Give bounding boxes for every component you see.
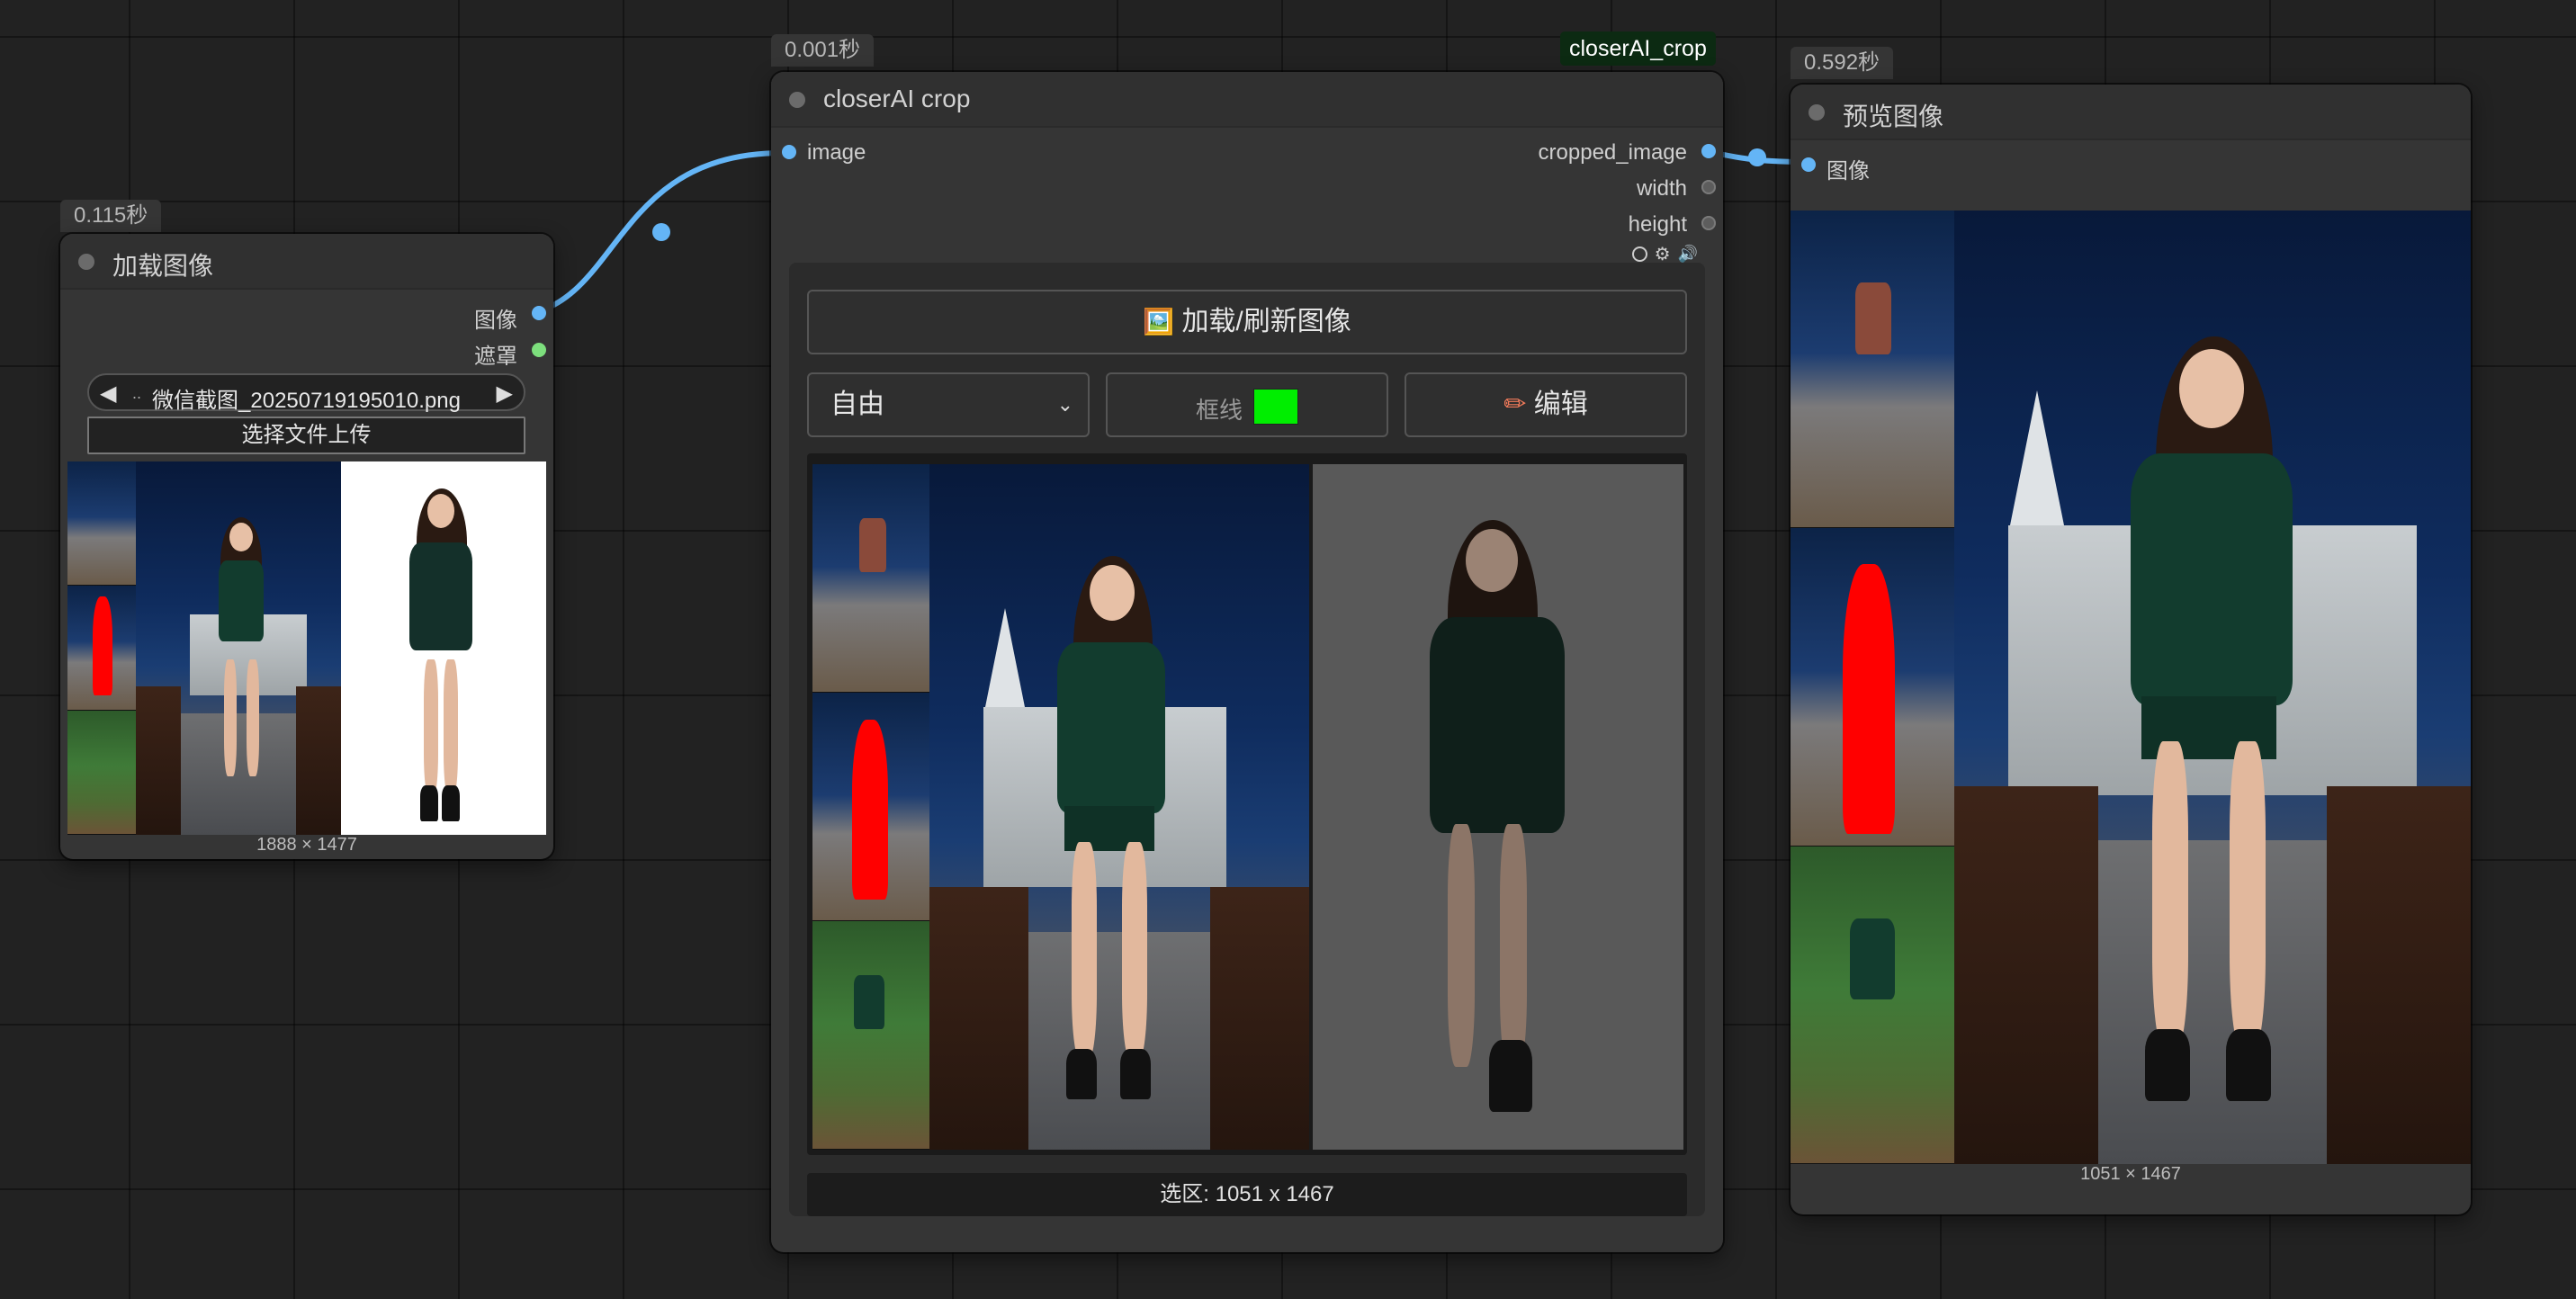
wire-midpoint-2[interactable] bbox=[1748, 148, 1766, 166]
edit-label: 编辑 bbox=[1533, 390, 1588, 419]
crop-source-image bbox=[812, 464, 1309, 1150]
input-image-slot[interactable] bbox=[1801, 157, 1816, 172]
circle-icon[interactable] bbox=[1631, 246, 1647, 262]
preview-image-size: 1051 × 1467 bbox=[2080, 1164, 2181, 1184]
image-emoji-icon: 🖼️ bbox=[1143, 308, 1175, 336]
edit-button[interactable]: ✏ 编辑 bbox=[1405, 372, 1687, 437]
border-color-control[interactable]: 框线 bbox=[1106, 372, 1388, 437]
status-dot bbox=[1809, 104, 1825, 121]
output-mask-slot[interactable] bbox=[532, 343, 546, 357]
output-image-slot[interactable] bbox=[532, 306, 546, 320]
crop-node-timing: 0.001秒 bbox=[771, 34, 875, 67]
thumb-mask bbox=[67, 586, 136, 711]
load-image-node[interactable]: 加载图像 图像 遮罩 ◀ .. 微信截图_20250719195010.png … bbox=[60, 234, 553, 859]
output-mask-label: 遮罩 bbox=[474, 345, 517, 369]
thumb-mask bbox=[812, 693, 929, 921]
thumb-forest bbox=[812, 921, 929, 1150]
load-refresh-button[interactable]: 🖼️ 加载/刷新图像 bbox=[807, 290, 1687, 354]
loaded-image-preview bbox=[67, 461, 546, 835]
main-night-photo bbox=[136, 461, 341, 835]
thumb-night-1 bbox=[67, 461, 136, 587]
status-dot bbox=[78, 254, 94, 270]
input-image-label: image bbox=[807, 140, 866, 165]
mode-select[interactable]: 自由 ⌄ bbox=[807, 372, 1090, 437]
main-night-photo bbox=[1954, 211, 2471, 1164]
output-width-slot[interactable] bbox=[1701, 180, 1716, 194]
thumb-night-1 bbox=[1791, 211, 1954, 529]
border-color-swatch[interactable] bbox=[1253, 389, 1298, 425]
input-image-slot[interactable] bbox=[782, 145, 796, 159]
output-height-slot[interactable] bbox=[1701, 216, 1716, 230]
crop-canvas[interactable] bbox=[807, 453, 1687, 1155]
filename-combo[interactable]: ◀ .. 微信截图_20250719195010.png ▶ bbox=[87, 373, 525, 413]
pencil-icon: ✏ bbox=[1503, 390, 1527, 419]
output-cropped-label: cropped_image bbox=[1538, 140, 1687, 165]
arrow-right-icon[interactable]: ▶ bbox=[497, 381, 513, 407]
preview-node[interactable]: 预览图像 图像 1051 × 1467 bbox=[1791, 85, 2471, 1214]
wire-image-to-crop[interactable] bbox=[535, 150, 784, 315]
crop-outside-area bbox=[1313, 464, 1683, 1150]
filename-value: 微信截图_20250719195010.png bbox=[152, 389, 461, 413]
main-night-photo bbox=[929, 464, 1309, 1150]
crop-widget-panel: 🖼️ 加载/刷新图像 自由 ⌄ 框线 ✏ 编辑 选区: 1051 x 1467 bbox=[789, 263, 1705, 1216]
load-image-size: 1888 × 1477 bbox=[256, 835, 357, 855]
thumb-forest bbox=[1791, 846, 1954, 1164]
output-width-label: width bbox=[1636, 176, 1687, 201]
load-refresh-label: 加载/刷新图像 bbox=[1181, 307, 1351, 336]
mode-select-value: 自由 bbox=[830, 390, 884, 419]
preview-image bbox=[1791, 211, 2471, 1164]
load-node-timing: 0.115秒 bbox=[60, 200, 162, 232]
crop-node-badge: closerAI_crop bbox=[1560, 31, 1716, 66]
load-node-header[interactable]: 加载图像 bbox=[60, 234, 553, 290]
output-cropped-slot[interactable] bbox=[1701, 144, 1716, 158]
crop-node[interactable]: closerAI crop image cropped_image width … bbox=[771, 72, 1723, 1252]
status-dot bbox=[789, 92, 805, 108]
crop-node-header[interactable]: closerAI crop bbox=[771, 72, 1723, 128]
wire-midpoint[interactable] bbox=[652, 223, 670, 241]
upload-button[interactable]: 选择文件上传 bbox=[87, 417, 525, 454]
preview-node-title: 预览图像 bbox=[1843, 103, 1944, 130]
selection-readout: 选区: 1051 x 1467 bbox=[807, 1173, 1687, 1216]
input-image-label: 图像 bbox=[1827, 159, 1870, 184]
load-node-title: 加载图像 bbox=[112, 252, 214, 280]
speaker-icon[interactable]: 🔊 bbox=[1678, 245, 1698, 264]
output-image-label: 图像 bbox=[474, 309, 517, 333]
cutout-photo-white bbox=[341, 461, 546, 835]
thumb-night-1 bbox=[812, 464, 929, 693]
chevron-down-icon: ⌄ bbox=[1056, 393, 1073, 416]
output-height-label: height bbox=[1628, 212, 1687, 237]
crop-node-title: closerAI crop bbox=[823, 85, 971, 112]
thumb-forest bbox=[67, 710, 136, 835]
preview-node-timing: 0.592秒 bbox=[1791, 47, 1894, 79]
border-label: 框线 bbox=[1196, 397, 1243, 424]
thumb-mask bbox=[1791, 528, 1954, 847]
preview-node-header[interactable]: 预览图像 bbox=[1791, 85, 2471, 140]
